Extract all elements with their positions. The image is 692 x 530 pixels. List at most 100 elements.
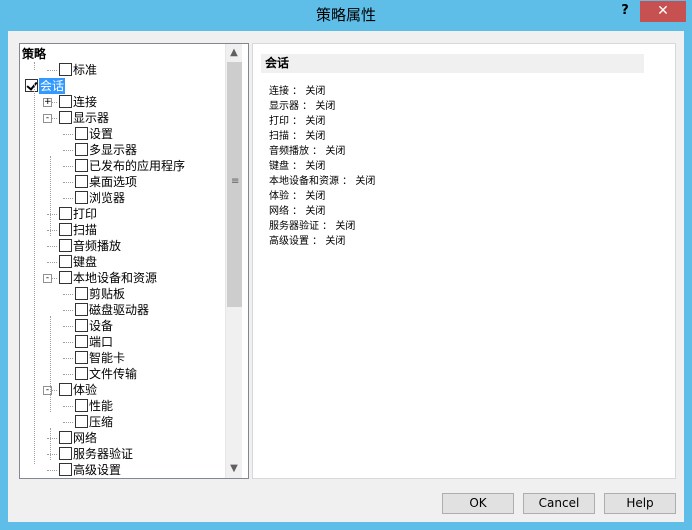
tree-item-label[interactable]: 服务器验证 [73,446,133,462]
tree-item-label[interactable]: 已发布的应用程序 [89,158,185,174]
scroll-down-icon[interactable]: ▼ [226,461,242,477]
tree-connector [47,454,57,455]
tree-item-checkbox[interactable] [75,143,88,156]
tree-item-checkbox[interactable] [59,95,72,108]
tree-item-checkbox[interactable] [75,319,88,332]
tree-connector [63,166,73,167]
tree-item[interactable]: 设置 [20,126,225,142]
tree-item-label[interactable]: 设置 [89,126,113,142]
tree-item-checkbox[interactable] [59,383,72,396]
tree-item-label[interactable]: 剪贴板 [89,286,125,302]
tree-item-checkbox[interactable] [59,223,72,236]
tree-item-label[interactable]: 连接 [73,94,97,110]
expand-icon[interactable]: + [43,98,52,107]
tree-item-checkbox[interactable] [75,287,88,300]
tree-item-label[interactable]: 压缩 [89,414,113,430]
close-button[interactable]: ✕ [640,1,686,22]
summary-line: 扫描 ： 关闭 [269,131,326,142]
tree-connector [63,342,73,343]
tree-item-checkbox[interactable] [75,351,88,364]
tree-item-checkbox[interactable] [75,175,88,188]
tree-item-label[interactable]: 会话 [39,78,66,94]
help-button[interactable]: Help [604,493,676,514]
tree-item-checkbox[interactable] [59,447,72,460]
tree-item-checkbox[interactable] [75,399,88,412]
tree-item-label[interactable]: 桌面选项 [89,174,137,190]
tree-connector [63,182,73,183]
tree-item[interactable]: - 显示器 [20,110,225,126]
tree-item-checkbox[interactable] [59,63,72,76]
tree-item-label[interactable]: 设备 [89,318,113,334]
tree-item-label[interactable]: 浏览器 [89,190,125,206]
scroll-up-icon[interactable]: ▲ [226,45,242,61]
tree-item-checkbox[interactable] [75,367,88,380]
tree-item[interactable]: - 本地设备和资源 [20,270,225,286]
tree-item-checkbox[interactable] [59,271,72,284]
tree-item-label[interactable]: 多显示器 [89,142,137,158]
policy-tree: 策略 标准 会话 + 连接 - 显示器 设置 多显示器 已发布的应用程序 桌面选项 浏览器 打印 扫描音… [19,43,249,479]
scroll-grip-icon: ≡ [231,176,240,187]
title-bar[interactable]: 策略属性 ? ✕ [0,0,692,31]
scroll-thumb[interactable]: ≡ [227,62,242,307]
tree-item-checkbox[interactable] [75,127,88,140]
tree-item-checkbox[interactable] [75,335,88,348]
tree-item-checkbox[interactable] [59,463,72,476]
tree-item-label[interactable]: 网络 [73,430,97,446]
tree-scrollbar[interactable]: ▲ ≡ ▼ [225,44,242,478]
tree-item-checkbox[interactable] [59,239,72,252]
tree-item[interactable]: 会话 [20,78,225,94]
tree-item-checkbox[interactable] [75,159,88,172]
help-title-button[interactable]: ? [612,1,638,22]
tree-item-label[interactable]: 标准 [73,62,97,78]
collapse-icon[interactable]: - [43,274,52,283]
tree-item-checkbox[interactable] [75,191,88,204]
tree-item-label[interactable]: 高级设置 [73,462,121,478]
tree-item[interactable]: 键盘 [20,254,225,270]
tree-item[interactable]: + 连接 [20,94,225,110]
summary-line: 体验 ： 关闭 [269,191,326,202]
tree-item-label[interactable]: 性能 [89,398,113,414]
tree-item[interactable]: 音频播放 [20,238,225,254]
summary-line: 连接 ： 关闭 [269,86,326,97]
tree-content: 策略 标准 会话 + 连接 - 显示器 设置 多显示器 已发布的应用程序 桌面选项 浏览器 打印 扫描音… [20,44,225,478]
policy-summary-panel: 会话 连接 ： 关闭 显示器 ： 关闭 打印 ： 关闭 扫描 ： 关闭音频播放 ： 关… [252,43,676,479]
tree-item-label[interactable]: 体验 [73,382,97,398]
tree-connector [63,326,73,327]
tree-root-label: 策略 [22,47,47,61]
summary-line: 打印 ： 关闭 [269,116,326,127]
ok-button[interactable]: OK [442,493,514,514]
tree-item-label[interactable]: 显示器 [73,110,109,126]
tree-item-checkbox[interactable] [25,79,38,92]
tree-item-label[interactable]: 扫描 [73,222,97,238]
tree-guide-line [50,156,51,236]
summary-line: 音频播放 ： 关闭 [269,146,346,157]
tree-item-checkbox[interactable] [75,415,88,428]
summary-title: 会话 [261,54,644,73]
tree-connector [47,214,57,215]
tree-item-label[interactable]: 磁盘驱动器 [89,302,149,318]
summary-line: 本地设备和资源 ： 关闭 [269,176,376,187]
tree-item-label[interactable]: 键盘 [73,254,97,270]
summary-line: 显示器 ： 关闭 [269,101,336,112]
tree-connector [63,374,73,375]
tree-item-checkbox[interactable] [59,207,72,220]
summary-list: 连接 ： 关闭 显示器 ： 关闭 打印 ： 关闭 扫描 ： 关闭 音频播放 ： 关闭 键盘… [269,84,375,249]
tree-item[interactable]: 高级设置 [20,462,225,478]
tree-connector [47,230,57,231]
tree-item-checkbox[interactable] [59,111,72,124]
tree-item[interactable]: 标准 [20,62,225,78]
cancel-button[interactable]: Cancel [523,493,595,514]
tree-item-checkbox[interactable] [75,303,88,316]
tree-item-label[interactable]: 智能卡 [89,350,125,366]
summary-line: 服务器验证 ： 关闭 [269,221,356,232]
tree-item-checkbox[interactable] [59,255,72,268]
collapse-icon[interactable]: - [43,114,52,123]
summary-line: 高级设置 ： 关闭 [269,236,346,247]
tree-item[interactable]: 剪贴板 [20,286,225,302]
tree-item-label[interactable]: 端口 [89,334,113,350]
tree-item-label[interactable]: 本地设备和资源 [73,270,157,286]
tree-item-label[interactable]: 打印 [73,206,97,222]
tree-item-checkbox[interactable] [59,431,72,444]
tree-item-label[interactable]: 音频播放 [73,238,121,254]
tree-item-label[interactable]: 文件传输 [89,366,137,382]
